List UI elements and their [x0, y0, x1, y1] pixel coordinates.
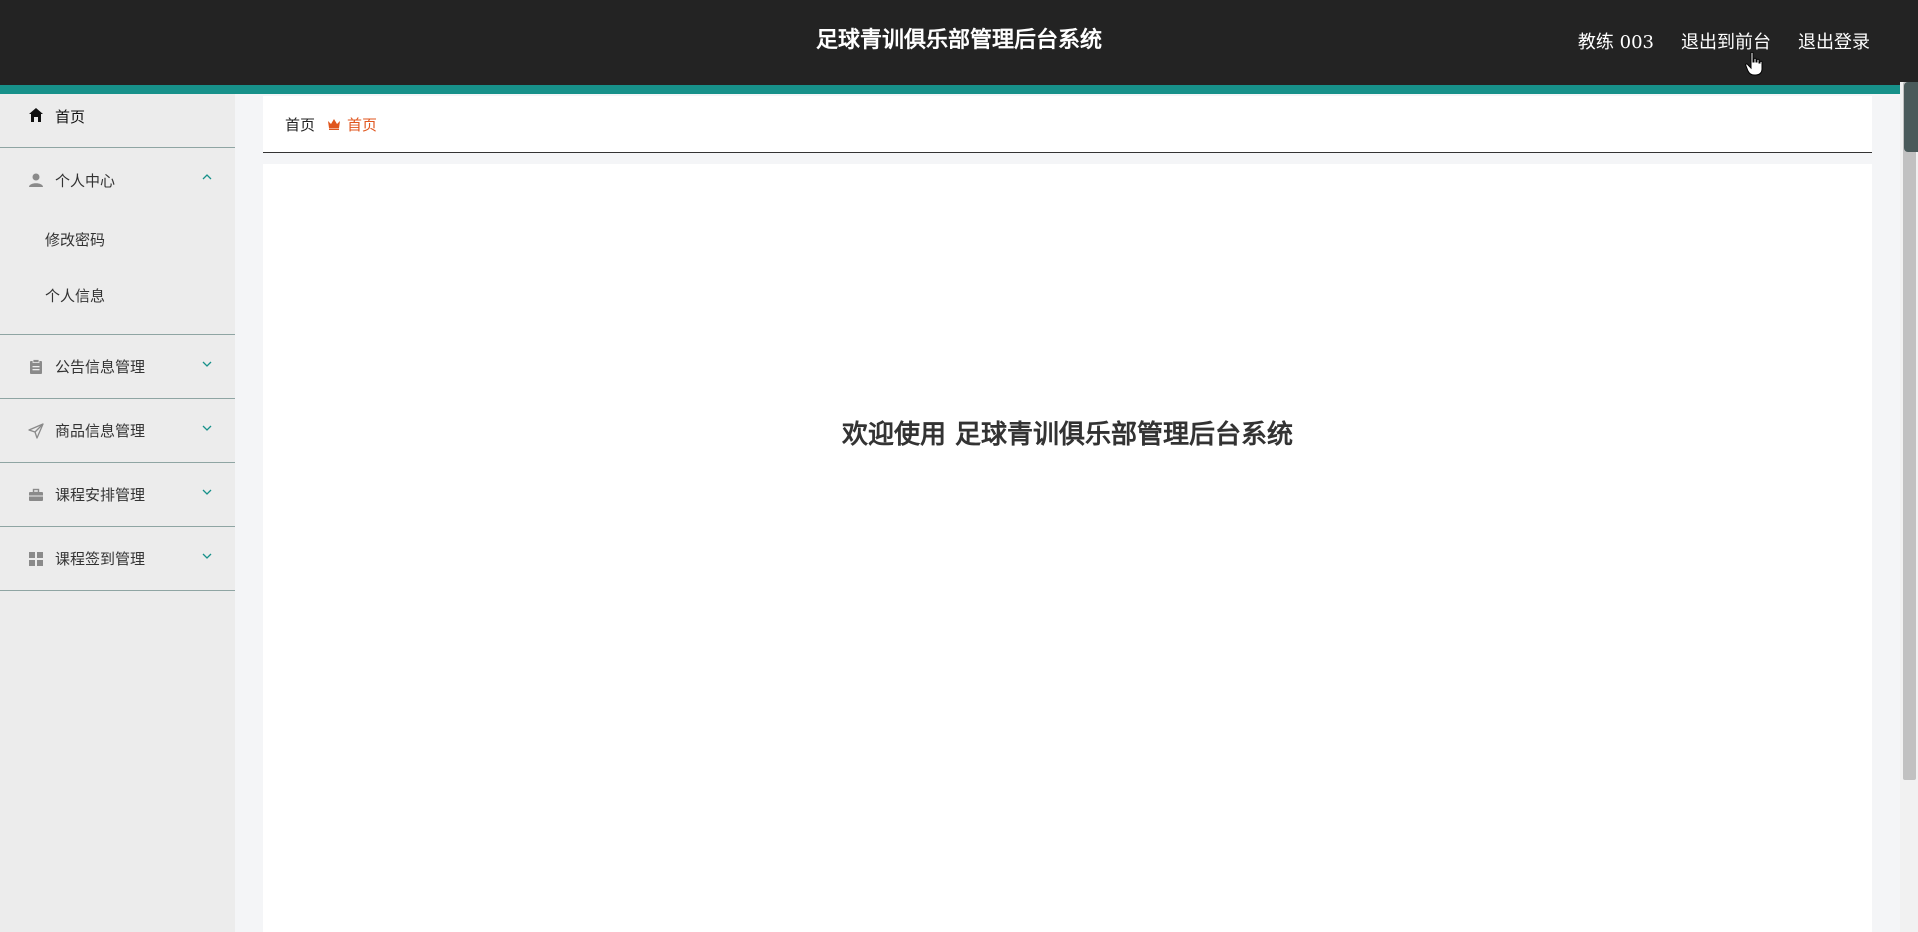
submenu-item-personal-info[interactable]: 个人信息 — [0, 268, 235, 324]
briefcase-icon — [27, 486, 45, 504]
sidebar-item-course-checkin[interactable]: 课程签到管理 — [0, 527, 235, 591]
sidebar-group-personal-center: 个人中心 修改密码 个人信息 — [0, 148, 235, 335]
sidebar-item-home[interactable]: 首页 — [0, 94, 235, 148]
sidebar-item-label: 个人中心 — [55, 171, 116, 190]
side-panel-handle[interactable] — [1904, 82, 1918, 152]
breadcrumb: 首页 首页 — [263, 96, 1872, 153]
header-actions: 教练 003 退出到前台 退出登录 — [1578, 0, 1870, 82]
crown-icon — [328, 119, 341, 130]
chevron-down-icon — [202, 425, 212, 431]
grid-icon — [27, 550, 45, 568]
home-icon — [27, 106, 45, 124]
sidebar-item-course-schedule[interactable]: 课程安排管理 — [0, 463, 235, 527]
sidebar-item-label: 课程安排管理 — [55, 486, 146, 504]
breadcrumb-current: 首页 — [347, 115, 378, 134]
chevron-up-icon — [202, 174, 212, 180]
sidebar-item-announcements[interactable]: 公告信息管理 — [0, 335, 235, 399]
scrollbar-thumb[interactable] — [1903, 82, 1916, 780]
sidebar-item-label: 商品信息管理 — [55, 422, 146, 440]
submenu-item-change-password[interactable]: 修改密码 — [0, 212, 235, 268]
header-accent-line — [0, 85, 1918, 94]
main-content: 欢迎使用 足球青训俱乐部管理后台系统 — [263, 164, 1872, 932]
chevron-down-icon — [202, 361, 212, 367]
hand-cursor-icon — [1745, 52, 1763, 76]
sidebar-item-label: 首页 — [55, 108, 86, 126]
send-icon — [27, 422, 45, 440]
clipboard-icon — [27, 358, 45, 376]
chevron-down-icon — [202, 489, 212, 495]
back-to-frontend-link[interactable]: 退出到前台 — [1681, 28, 1771, 54]
vertical-scrollbar[interactable] — [1900, 82, 1918, 932]
chevron-down-icon — [202, 553, 212, 559]
current-user: 教练 003 — [1577, 32, 1654, 53]
sidebar-item-label: 公告信息管理 — [55, 358, 146, 376]
sidebar: 首页 个人中心 修改密码 个人信息 公告信息管理 商品信息管理 课程安排管理 课… — [0, 94, 235, 932]
sidebar-item-personal-center[interactable]: 个人中心 — [0, 148, 235, 212]
user-icon — [27, 171, 45, 189]
sidebar-item-label: 课程签到管理 — [55, 550, 146, 568]
welcome-message: 欢迎使用 足球青训俱乐部管理后台系统 — [841, 420, 1294, 450]
sidebar-item-products[interactable]: 商品信息管理 — [0, 399, 235, 463]
logout-link[interactable]: 退出登录 — [1798, 28, 1870, 54]
breadcrumb-root[interactable]: 首页 — [285, 114, 315, 135]
